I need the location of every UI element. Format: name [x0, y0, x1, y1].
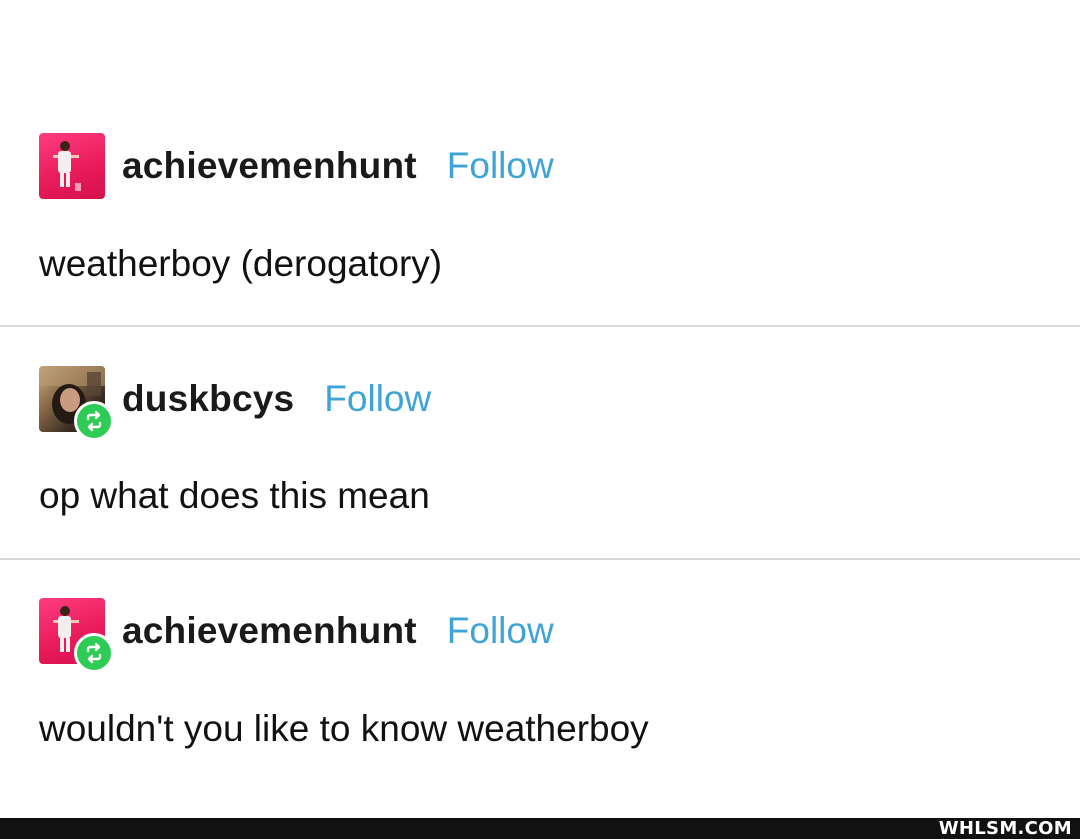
post-text: wouldn't you like to know weatherboy [39, 708, 649, 749]
watermark-bar [0, 818, 1080, 839]
divider [0, 558, 1080, 560]
follow-button[interactable]: Follow [447, 145, 554, 187]
person-icon [53, 141, 81, 191]
username[interactable]: achievemenhunt [122, 145, 417, 187]
avatar[interactable] [39, 133, 105, 199]
avatar[interactable] [39, 366, 114, 441]
watermark: WHLSM.COM [938, 818, 1072, 839]
username[interactable]: duskbcys [122, 378, 294, 420]
post-header: achievemenhunt Follow [39, 598, 554, 673]
avatar[interactable] [39, 598, 114, 673]
divider [0, 325, 1080, 327]
post-header: achievemenhunt Follow [39, 133, 554, 199]
follow-button[interactable]: Follow [324, 378, 431, 420]
follow-button[interactable]: Follow [447, 610, 554, 652]
reblog-icon [74, 633, 114, 673]
post-text: op what does this mean [39, 475, 430, 516]
username[interactable]: achievemenhunt [122, 610, 417, 652]
post-text: weatherboy (derogatory) [39, 243, 443, 284]
reblog-icon [74, 401, 114, 441]
post-header: duskbcys Follow [39, 366, 431, 441]
